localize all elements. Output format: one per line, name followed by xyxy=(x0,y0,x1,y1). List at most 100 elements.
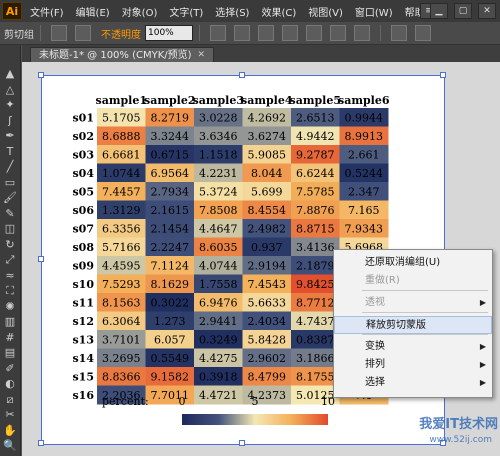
align-left-icon[interactable] xyxy=(234,25,250,41)
rotate-icon[interactable]: ↻ xyxy=(3,238,17,252)
isolate-icon[interactable] xyxy=(415,25,431,41)
symbol-sprayer-icon[interactable]: ✺ xyxy=(3,300,17,314)
heatmap-cell-value: 4.4275 xyxy=(199,352,238,365)
align-right-icon[interactable] xyxy=(282,25,298,41)
heatmap-cell-value: 2.9602 xyxy=(248,352,287,365)
heatmap-cell-value: 5.9085 xyxy=(248,148,287,161)
selection-handle[interactable] xyxy=(440,72,446,78)
direct-select-icon[interactable]: △ xyxy=(3,83,17,97)
arrow-icon[interactable]: ▲ xyxy=(3,67,17,81)
context-menu: 还原取消编组(U) 重做(R) 透视 ▶ 释放剪切蒙版 变换 ▶ 排列 ▶ 选择 ▶ xyxy=(333,249,493,398)
align-bottom-icon[interactable] xyxy=(354,25,370,41)
context-menu-item[interactable]: 排列 ▶ xyxy=(334,356,492,374)
opacity-input[interactable]: 100% xyxy=(145,25,193,41)
divider xyxy=(380,25,381,41)
heatmap-cell-value: 2.4034 xyxy=(248,315,287,328)
slice-icon[interactable]: ⧄ xyxy=(3,393,17,407)
align-center-icon[interactable] xyxy=(258,25,274,41)
blend-icon[interactable]: ◐ xyxy=(3,377,17,391)
row-label: s08 xyxy=(72,241,94,254)
heatmap-cell-value: 3.1866 xyxy=(296,352,335,365)
lasso-icon[interactable]: ʃ xyxy=(3,114,17,128)
paintbrush-icon[interactable]: 🖌 xyxy=(3,191,17,205)
heatmap-cell-value: 8.4554 xyxy=(248,204,287,217)
selection-handle[interactable] xyxy=(239,440,245,446)
transform-icon[interactable] xyxy=(391,25,407,41)
gradient-icon[interactable]: ▤ xyxy=(3,346,17,360)
pen-icon[interactable]: ✒ xyxy=(3,129,17,143)
heatmap-cell-value: 5.8428 xyxy=(248,333,287,346)
zoom-icon[interactable]: 🔍 xyxy=(3,439,17,453)
heatmap-cell-value: 8.6888 xyxy=(102,130,141,143)
legend-tick-label: 5 xyxy=(252,395,259,408)
heatmap-cell-value: 2.9441 xyxy=(199,315,238,328)
selection-handle[interactable] xyxy=(38,256,44,262)
scale-icon[interactable]: ⤢ xyxy=(3,253,17,267)
heatmap-cell-value: 0.9944 xyxy=(345,111,384,124)
context-menu-item[interactable]: 重做(R) xyxy=(334,272,492,290)
heatmap-cell-value: 7.165 xyxy=(348,204,380,217)
context-menu-item[interactable]: 选择 ▶ xyxy=(334,374,492,392)
heatmap-cell-value: 6.9564 xyxy=(151,167,190,180)
magic-wand-icon[interactable]: ✦ xyxy=(3,98,17,112)
document-tab[interactable]: 未标题-1* @ 100% (CMYK/预览) ✕ xyxy=(30,47,215,63)
menu-type[interactable]: 文字(T) xyxy=(169,4,203,19)
warp-icon[interactable]: ≈ xyxy=(3,269,17,283)
edit-clipping-path-icon[interactable] xyxy=(51,25,67,41)
menu-edit[interactable]: 编辑(E) xyxy=(76,4,110,19)
heatmap-cell-value: 8.2719 xyxy=(151,111,190,124)
scissors-icon[interactable]: ✂ xyxy=(3,408,17,422)
heatmap-cell-value: 0.937 xyxy=(251,241,283,254)
eraser-icon[interactable]: ◫ xyxy=(3,222,17,236)
menu-file[interactable]: 文件(F) xyxy=(30,4,64,19)
align-middle-icon[interactable] xyxy=(330,25,346,41)
opacity-label[interactable]: 不透明度 xyxy=(101,26,141,41)
graph-icon[interactable]: ▥ xyxy=(3,315,17,329)
close-icon[interactable]: ✕ xyxy=(198,48,206,63)
context-menu-item[interactable]: 释放剪切蒙版 xyxy=(334,316,492,334)
line-icon[interactable]: ╱ xyxy=(3,160,17,174)
selection-handle[interactable] xyxy=(239,72,245,78)
mesh-icon[interactable]: # xyxy=(3,331,17,345)
watermark-url: www.52ij.com xyxy=(429,435,492,445)
heatmap-cell-value: 2.6513 xyxy=(296,111,335,124)
pencil-icon[interactable]: ✎ xyxy=(3,207,17,221)
close-button[interactable]: ✕ xyxy=(478,3,496,19)
heatmap-cell-value: 6.6244 xyxy=(296,167,335,180)
context-menu-item-label: 排列 xyxy=(365,359,385,370)
maximize-button[interactable]: ▢ xyxy=(454,3,472,19)
free-transform-icon[interactable]: ⛶ xyxy=(3,284,17,298)
context-menu-item[interactable]: 还原取消编组(U) xyxy=(334,254,492,272)
heatmap-cell-value: 8.9913 xyxy=(345,130,384,143)
heatmap-cell-value: 4.0744 xyxy=(199,259,238,272)
heatmap-cell-value: 2.7934 xyxy=(151,185,190,198)
align-top-icon[interactable] xyxy=(306,25,322,41)
heatmap-cell-value: 3.2695 xyxy=(102,352,141,365)
context-menu-item[interactable]: 变换 ▶ xyxy=(334,338,492,356)
heatmap-cell-value: 7.8876 xyxy=(296,204,335,217)
selection-handle[interactable] xyxy=(38,72,44,78)
eyedropper-icon[interactable]: ✐ xyxy=(3,362,17,376)
hand-icon[interactable]: ✋ xyxy=(3,424,17,438)
menu-window[interactable]: 窗口(W) xyxy=(355,4,393,19)
selection-handle[interactable] xyxy=(38,440,44,446)
document-tab-bar: 未标题-1* @ 100% (CMYK/预览) ✕ xyxy=(22,45,500,63)
heatmap-cell-value: 3.6346 xyxy=(199,130,238,143)
context-menu-item-label: 选择 xyxy=(365,377,385,388)
heatmap-cell-value: 0.8387 xyxy=(296,333,335,346)
menu-object[interactable]: 对象(O) xyxy=(122,4,158,19)
rectangle-icon[interactable]: ▭ xyxy=(3,176,17,190)
heatmap-cell-value: 2.2247 xyxy=(151,241,190,254)
heatmap-cell-value: 2.1454 xyxy=(151,222,190,235)
row-label: s16 xyxy=(72,389,94,402)
menu-select[interactable]: 选择(S) xyxy=(215,4,249,19)
type-icon[interactable]: T xyxy=(3,145,17,159)
menu-view[interactable]: 视图(V) xyxy=(308,4,343,19)
edit-contents-icon[interactable] xyxy=(75,25,91,41)
recolor-artwork-icon[interactable] xyxy=(210,25,226,41)
minimize-button[interactable]: ▁ xyxy=(430,3,448,19)
divider xyxy=(199,25,200,41)
menu-effect[interactable]: 效果(C) xyxy=(261,4,296,19)
row-label: s03 xyxy=(72,148,94,161)
context-menu-item[interactable]: 透视 ▶ xyxy=(334,294,492,312)
